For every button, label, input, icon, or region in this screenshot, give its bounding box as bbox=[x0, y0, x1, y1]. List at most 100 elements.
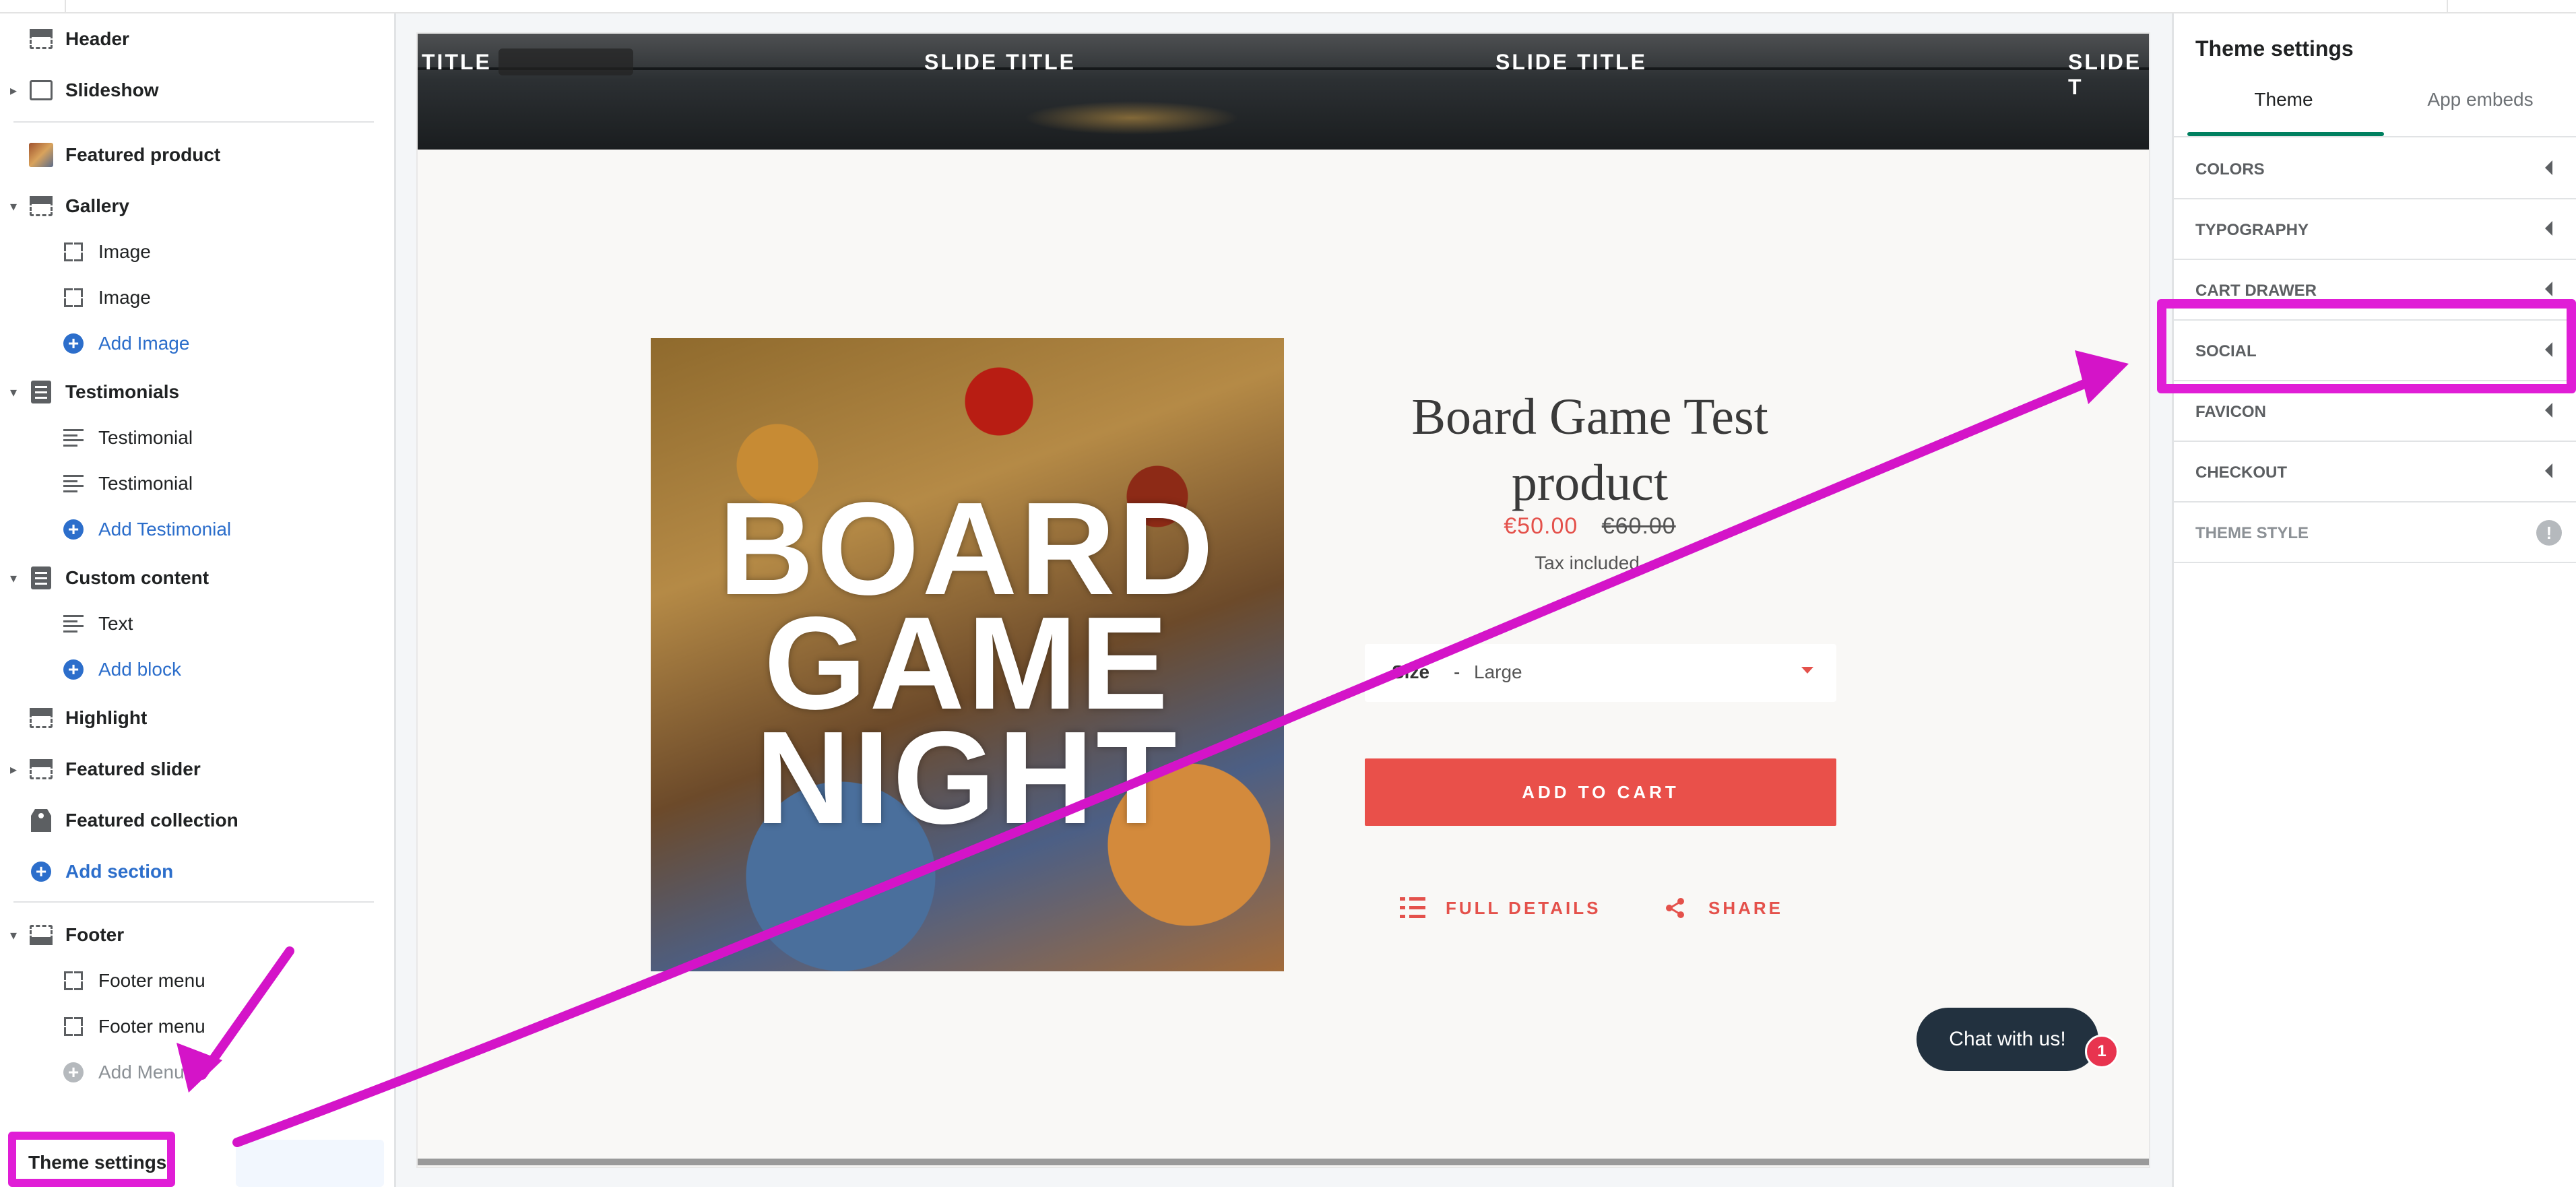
warning-icon: ! bbox=[2536, 520, 2562, 546]
section-footer[interactable]: ▾ Footer bbox=[0, 912, 394, 958]
caret-left-icon bbox=[2545, 463, 2552, 478]
add-image-button[interactable]: + Add Image bbox=[0, 321, 394, 366]
section-featured-slider[interactable]: ▸ Featured slider bbox=[0, 746, 394, 792]
block-label: Footer menu bbox=[98, 1016, 205, 1037]
product-title-line: Board Game Test bbox=[1411, 389, 1768, 445]
divider bbox=[13, 121, 374, 123]
share-link[interactable]: SHARE bbox=[1664, 895, 1783, 921]
block-text[interactable]: Text bbox=[0, 601, 394, 647]
caret-right-icon[interactable]: ▸ bbox=[7, 761, 20, 778]
accordion-colors[interactable]: COLORS bbox=[2174, 137, 2576, 199]
full-details-link[interactable]: FULL DETAILS bbox=[1400, 895, 1601, 921]
accordion-checkout[interactable]: CHECKOUT bbox=[2174, 441, 2576, 503]
accordion-label: COLORS bbox=[2195, 160, 2265, 179]
caret-down-icon[interactable]: ▾ bbox=[7, 384, 20, 401]
block-label: Text bbox=[98, 613, 133, 634]
boat-silhouette bbox=[498, 48, 633, 75]
list-icon bbox=[1400, 897, 1425, 919]
section-label: Testimonials bbox=[65, 381, 180, 402]
section-custom-content[interactable]: ▾ Custom content bbox=[0, 555, 394, 601]
section-gallery[interactable]: ▾ Gallery bbox=[0, 183, 394, 229]
add-block-label: Add Testimonial bbox=[98, 519, 232, 540]
slide-title: SLIDE TITLE bbox=[924, 50, 1076, 74]
header-section-icon bbox=[28, 26, 54, 52]
plus-circle-icon: + bbox=[28, 859, 54, 884]
accordion-theme-style[interactable]: THEME STYLE ! bbox=[2174, 501, 2576, 563]
section-label: Featured collection bbox=[65, 810, 238, 831]
product-price: €50.00 €60.00 bbox=[1341, 513, 1839, 540]
tab-label: App embeds bbox=[2427, 89, 2534, 110]
product-image[interactable]: BOARD GAME NIGHT bbox=[651, 338, 1284, 971]
share-icon bbox=[1664, 897, 1685, 919]
add-to-cart-button[interactable]: ADD TO CART bbox=[1365, 758, 1836, 826]
caret-down-icon[interactable]: ▾ bbox=[7, 198, 20, 215]
testimonials-section-icon bbox=[28, 379, 54, 405]
caret-down-icon[interactable]: ▾ bbox=[7, 570, 20, 587]
block-image[interactable]: Image bbox=[0, 229, 394, 275]
block-label: Image bbox=[98, 241, 151, 262]
theme-settings-label: Theme settings bbox=[28, 1152, 167, 1173]
tab-label: Theme bbox=[2254, 89, 2313, 110]
caret-left-icon bbox=[2545, 282, 2552, 296]
menu-block-icon bbox=[61, 1014, 86, 1039]
variant-separator: - bbox=[1454, 661, 1460, 682]
section-testimonials[interactable]: ▾ Testimonials bbox=[0, 369, 394, 415]
slideshow-banner[interactable]: TITLE SLIDE TITLE SLIDE TITLE SLIDE T bbox=[418, 34, 2149, 150]
collection-tag-icon bbox=[28, 808, 54, 833]
caret-right-icon[interactable]: ▸ bbox=[7, 82, 20, 99]
block-footer-menu[interactable]: Footer menu bbox=[0, 1004, 394, 1049]
accordion-typography[interactable]: TYPOGRAPHY bbox=[2174, 198, 2576, 260]
theme-settings-button[interactable]: Theme settings bbox=[0, 1132, 391, 1199]
share-label: SHARE bbox=[1708, 897, 1784, 918]
size-select[interactable]: Size - Large bbox=[1365, 644, 1836, 702]
add-section-button[interactable]: + Add section bbox=[0, 849, 394, 895]
gallery-section-icon bbox=[28, 193, 54, 219]
slide-title: TITLE bbox=[422, 50, 492, 74]
panel-title: Theme settings bbox=[2195, 36, 2354, 61]
block-testimonial[interactable]: Testimonial bbox=[0, 461, 394, 507]
add-block-label: Add Image bbox=[98, 333, 190, 354]
water-reflection bbox=[1024, 101, 1239, 135]
menu-block-icon bbox=[61, 968, 86, 994]
text-block-icon bbox=[61, 471, 86, 496]
add-block-button[interactable]: + Add block bbox=[0, 647, 394, 692]
theme-settings-panel: Theme settings Theme App embeds COLORS T… bbox=[2172, 13, 2576, 1187]
add-testimonial-button[interactable]: + Add Testimonial bbox=[0, 507, 394, 552]
section-header[interactable]: Header bbox=[0, 16, 394, 62]
custom-content-section-icon bbox=[28, 565, 54, 591]
tab-app-embeds[interactable]: App embeds bbox=[2384, 89, 2576, 143]
slide-title: SLIDE T bbox=[2068, 50, 2142, 99]
block-label: Footer menu bbox=[98, 970, 205, 991]
chat-notification-badge: 1 bbox=[2085, 1035, 2119, 1068]
slider-section-icon bbox=[28, 756, 54, 782]
text-block-icon bbox=[61, 425, 86, 451]
accordion-label: TYPOGRAPHY bbox=[2195, 221, 2309, 239]
add-menu-button[interactable]: + Add Menu bbox=[0, 1049, 394, 1095]
toolbar-divider bbox=[65, 0, 66, 12]
image-block-icon bbox=[61, 239, 86, 265]
block-image[interactable]: Image bbox=[0, 275, 394, 321]
section-label: Header bbox=[65, 28, 129, 49]
block-testimonial[interactable]: Testimonial bbox=[0, 415, 394, 461]
block-footer-menu[interactable]: Footer menu bbox=[0, 958, 394, 1004]
section-label: Footer bbox=[65, 924, 125, 945]
top-toolbar-strip bbox=[0, 0, 2576, 13]
plus-circle-icon: + bbox=[61, 517, 86, 542]
toolbar-divider bbox=[2447, 0, 2448, 12]
plus-circle-icon: + bbox=[61, 657, 86, 682]
section-featured-product[interactable]: Featured product bbox=[0, 132, 394, 178]
caret-left-icon bbox=[2545, 403, 2552, 418]
compare-price: €60.00 bbox=[1601, 513, 1676, 539]
accordion-label: CHECKOUT bbox=[2195, 463, 2287, 482]
chat-button[interactable]: Chat with us! bbox=[1917, 1008, 2098, 1071]
product-title: Board Game Test product bbox=[1341, 384, 1839, 516]
full-details-label: FULL DETAILS bbox=[1446, 897, 1601, 918]
section-featured-collection[interactable]: Featured collection bbox=[0, 798, 394, 843]
section-highlight[interactable]: Highlight bbox=[0, 695, 394, 741]
caret-down-icon[interactable]: ▾ bbox=[7, 927, 20, 944]
section-slideshow[interactable]: ▸ Slideshow bbox=[0, 67, 394, 113]
annotation-box bbox=[2157, 299, 2576, 393]
chevron-down-icon bbox=[1801, 667, 1813, 674]
image-block-icon bbox=[61, 285, 86, 311]
add-section-label: Add section bbox=[65, 861, 174, 882]
